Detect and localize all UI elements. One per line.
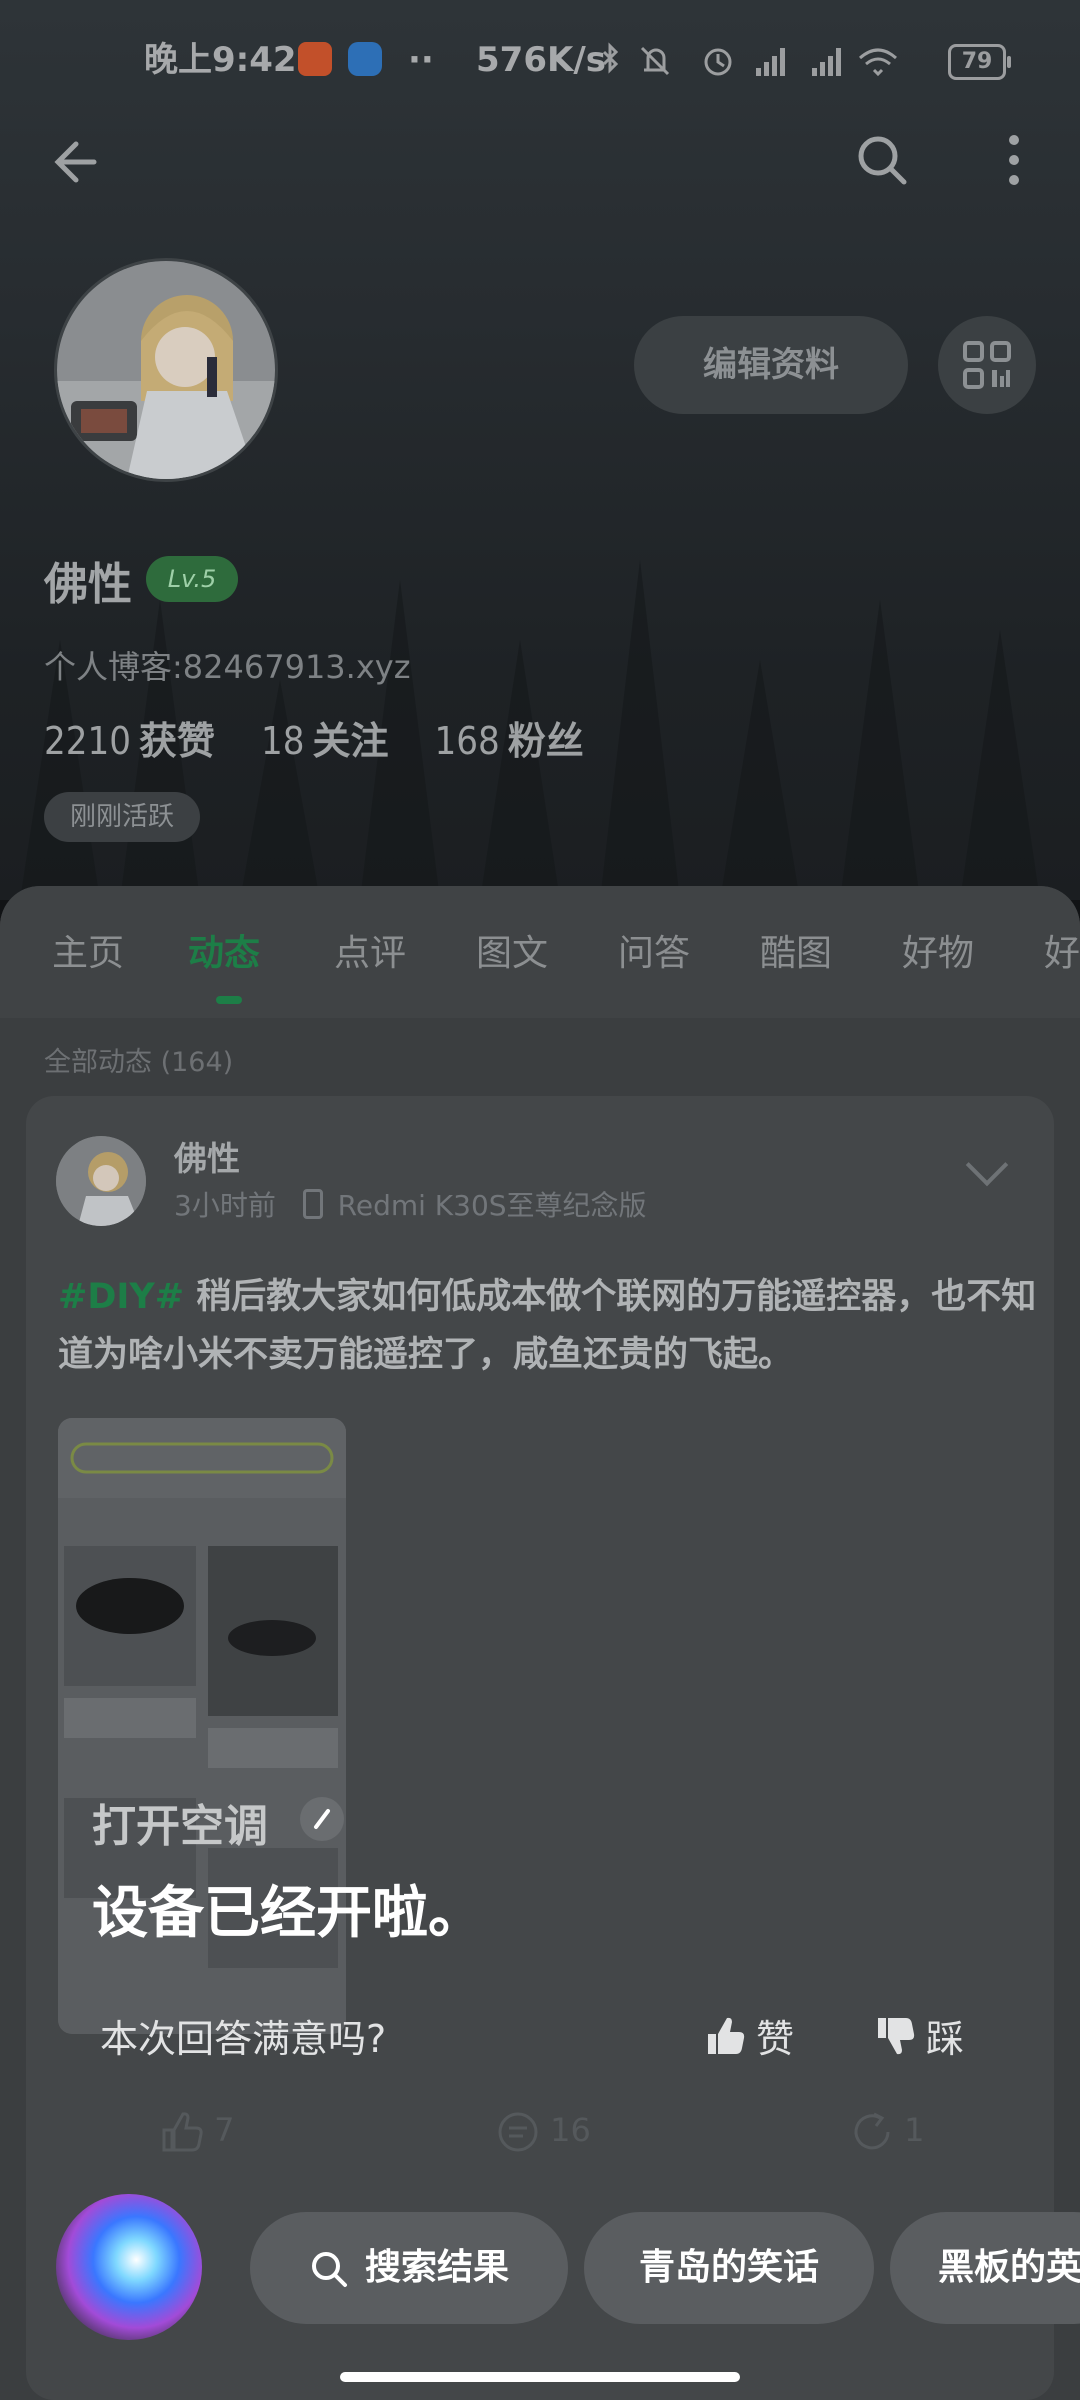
profile-avatar[interactable] [54, 258, 278, 482]
pencil-icon [314, 1809, 330, 1829]
status-icons [602, 42, 897, 77]
tab-qa[interactable]: 问答 [618, 924, 690, 976]
like-action[interactable]: 7 [160, 2110, 235, 2154]
battery-indicator: 79 [948, 44, 1011, 80]
post-body-text: 稍后教大家如何低成本做个联网的万能遥控器，也不知道为啥小米不卖万能遥控了，咸鱼还… [58, 1277, 1037, 1375]
tab-posts[interactable]: 图文 [476, 924, 548, 976]
arrow-left-icon[interactable] [50, 134, 106, 190]
suggestion-chip-joke[interactable]: 青岛的笑话 [584, 2212, 874, 2324]
more-vertical-icon[interactable] [1000, 132, 1028, 188]
tab-activity[interactable]: 动态 [188, 924, 260, 976]
active-tab-indicator [216, 996, 242, 1004]
tab-cool-pics[interactable]: 酷图 [760, 924, 832, 976]
network-speed: 576K/s [476, 40, 606, 80]
assistant-query: 打开空调 [92, 1801, 268, 1852]
suggestion-chip-blackboard[interactable]: 黑板的英 [890, 2212, 1080, 2324]
stat-following[interactable]: 18 关注 [261, 710, 389, 765]
edit-query-button[interactable] [300, 1797, 344, 1841]
share-action[interactable]: 1 [850, 2110, 925, 2154]
feedback-like-label: 赞 [756, 2017, 795, 2061]
post-author-avatar[interactable] [56, 1136, 146, 1226]
comment-action[interactable]: 16 [496, 2110, 591, 2154]
wifi-icon [859, 48, 897, 77]
tab-reviews[interactable]: 点评 [334, 924, 406, 976]
post-meta: 3小时前 Redmi K30S至尊纪念版 [174, 1184, 647, 1224]
post-content[interactable]: #DIY# 稍后教大家如何低成本做个联网的万能遥控器，也不知道为啥小米不卖万能遥… [58, 1268, 1038, 1384]
qr-code-icon [963, 341, 1011, 389]
feedback-dislike-button[interactable]: 踩 [876, 2008, 964, 2063]
notification-app-icon-2 [348, 42, 382, 76]
search-icon [311, 2252, 347, 2287]
tab-home[interactable]: 主页 [52, 924, 124, 976]
post-time: 3小时前 [174, 1189, 276, 1222]
home-indicator[interactable] [340, 2372, 740, 2382]
bluetooth-icon [602, 42, 619, 74]
share-count: 1 [904, 2111, 925, 2149]
post-device: Redmi K30S至尊纪念版 [337, 1189, 647, 1222]
profile-stats: 2210 获赞 18 关注 168 粉丝 [44, 710, 584, 765]
feed-count-label: 全部动态 (164) [44, 1047, 234, 1078]
profile-name: 佛性 [44, 559, 132, 610]
stat-followers[interactable]: 168 粉丝 [435, 710, 584, 765]
thumbs-down-icon [878, 2017, 915, 2054]
comment-count: 16 [550, 2111, 591, 2149]
thumbs-up-icon [708, 2017, 745, 2054]
suggestion-label: 搜索结果 [364, 2247, 509, 2288]
like-count: 7 [214, 2111, 235, 2149]
notification-app-icon [298, 42, 332, 76]
assistant-answer: 设备已经开啦。 [92, 1881, 484, 1946]
profile-bio[interactable]: 个人博客:82467913.xyz [44, 642, 411, 688]
level-badge: Lv.5 [146, 556, 238, 602]
suggestion-chip-search[interactable]: 搜索结果 [250, 2212, 568, 2324]
feedback-dislike-label: 踩 [926, 2017, 965, 2061]
thumbs-up-icon [162, 2112, 203, 2152]
feedback-like-button[interactable]: 赞 [706, 2008, 794, 2063]
tab-goods[interactable]: 好物 [902, 924, 974, 976]
voice-assistant-orb[interactable] [56, 2194, 202, 2340]
tab-more[interactable]: 好 [1044, 924, 1080, 976]
qr-code-button[interactable] [938, 316, 1036, 414]
activity-status-badge: 刚刚活跃 [44, 792, 200, 842]
phone-icon [302, 1189, 323, 1219]
comment-icon [498, 2112, 538, 2152]
status-dots: ·· [408, 40, 434, 80]
status-time: 晚上9:42 [144, 40, 297, 80]
share-icon [854, 2112, 890, 2150]
search-icon[interactable] [854, 132, 910, 188]
edit-profile-button[interactable]: 编辑资料 [634, 316, 908, 414]
stat-likes[interactable]: 2210 获赞 [44, 710, 215, 765]
post-hashtag[interactable]: #DIY# [58, 1277, 184, 1317]
feedback-question: 本次回答满意吗? [100, 2017, 387, 2061]
signal-icon [756, 48, 841, 76]
post-author-name[interactable]: 佛性 [174, 1132, 240, 1180]
